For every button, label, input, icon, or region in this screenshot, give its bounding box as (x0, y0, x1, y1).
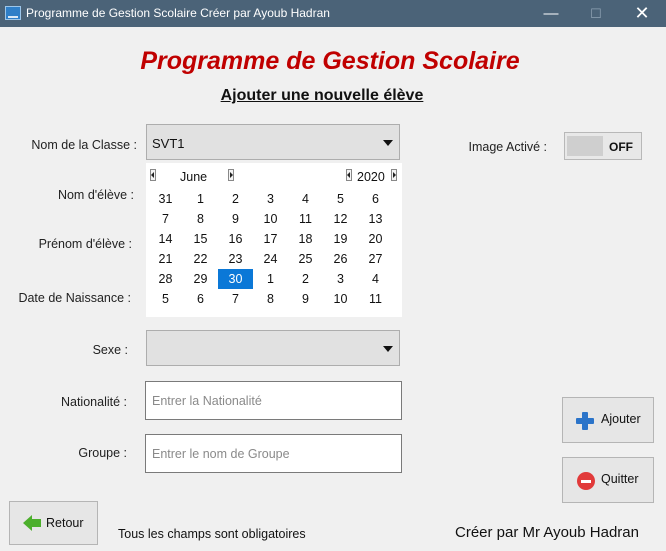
calendar-day[interactable]: 17 (253, 229, 288, 249)
nom-label: Nom d'élève : (57, 188, 134, 202)
calendar-day[interactable]: 9 (218, 209, 253, 229)
calendar-day[interactable]: 29 (183, 269, 218, 289)
toggle-state: OFF (609, 140, 633, 154)
groupe-input[interactable] (145, 434, 402, 473)
calendar-month[interactable]: June (180, 170, 207, 184)
calendar-day[interactable]: 5 (148, 289, 183, 309)
calendar-day[interactable]: 28 (148, 269, 183, 289)
plus-icon (576, 412, 594, 430)
next-year-icon[interactable] (391, 169, 397, 181)
quitter-button-label: Quitter (601, 472, 639, 486)
groupe-label: Groupe : (78, 446, 127, 460)
calendar-day[interactable]: 11 (358, 289, 393, 309)
retour-button-label: Retour (46, 516, 84, 530)
calendar-day[interactable]: 4 (288, 189, 323, 209)
stop-icon (577, 472, 595, 490)
calendar-day[interactable]: 13 (358, 209, 393, 229)
calendar-day[interactable]: 8 (253, 289, 288, 309)
title-bar: Programme de Gestion Scolaire Créer par … (0, 0, 666, 27)
calendar-day[interactable]: 2 (218, 189, 253, 209)
app-title: Programme de Gestion Scolaire (140, 47, 520, 75)
calendar-day[interactable]: 12 (323, 209, 358, 229)
nationalite-input[interactable] (145, 381, 402, 420)
calendar-day[interactable]: 11 (288, 209, 323, 229)
naissance-label: Date de Naissance : (18, 291, 131, 305)
author-credit: Créer par Mr Ayoub Hadran (455, 524, 639, 541)
date-picker-calendar[interactable]: June 2020 31 1 2 3 4 5 6 7 8 9 10 11 12 13 14 15 16 17 18 1… (146, 163, 402, 317)
calendar-day[interactable]: 4 (358, 269, 393, 289)
back-arrow-icon (23, 515, 41, 531)
image-active-toggle[interactable]: OFF (564, 132, 642, 160)
prev-month-icon[interactable] (150, 169, 156, 181)
app-icon (5, 6, 21, 20)
calendar-day[interactable]: 7 (218, 289, 253, 309)
calendar-day[interactable]: 7 (148, 209, 183, 229)
app-window: Programme de Gestion Scolaire Créer par … (0, 0, 666, 551)
nationalite-label: Nationalité : (60, 395, 127, 409)
calendar-day[interactable]: 27 (358, 249, 393, 269)
toggle-knob (567, 136, 603, 156)
calendar-day[interactable]: 6 (358, 189, 393, 209)
calendar-day[interactable]: 18 (288, 229, 323, 249)
chevron-down-icon (383, 140, 393, 146)
maximize-button[interactable]: ☐ (573, 0, 619, 27)
next-month-icon[interactable] (228, 169, 234, 181)
calendar-day[interactable]: 1 (183, 189, 218, 209)
calendar-day[interactable]: 23 (218, 249, 253, 269)
image-active-label: Image Activé : (468, 140, 547, 154)
calendar-day[interactable]: 22 (183, 249, 218, 269)
calendar-year[interactable]: 2020 (357, 170, 385, 184)
calendar-day[interactable]: 2 (288, 269, 323, 289)
retour-button[interactable]: Retour (9, 501, 98, 545)
sexe-select[interactable] (146, 330, 400, 366)
prev-year-icon[interactable] (346, 169, 352, 181)
minimize-button[interactable]: — (528, 0, 574, 27)
calendar-day[interactable]: 25 (288, 249, 323, 269)
calendar-days-grid: 31 1 2 3 4 5 6 7 8 9 10 11 12 13 14 15 16 17 18 19 20 21 22 23 2… (148, 189, 393, 309)
ajouter-button[interactable]: Ajouter (562, 397, 654, 443)
calendar-day[interactable]: 1 (253, 269, 288, 289)
calendar-day[interactable]: 10 (323, 289, 358, 309)
calendar-day[interactable]: 10 (253, 209, 288, 229)
calendar-day[interactable]: 15 (183, 229, 218, 249)
calendar-day[interactable]: 26 (323, 249, 358, 269)
window-title: Programme de Gestion Scolaire Créer par … (26, 6, 330, 20)
classe-select[interactable]: SVT1 (146, 124, 400, 160)
calendar-day[interactable]: 14 (148, 229, 183, 249)
calendar-day[interactable]: 24 (253, 249, 288, 269)
chevron-down-icon (383, 346, 393, 352)
calendar-day[interactable]: 8 (183, 209, 218, 229)
classe-select-value: SVT1 (152, 136, 185, 151)
calendar-day[interactable]: 21 (148, 249, 183, 269)
quitter-button[interactable]: Quitter (562, 457, 654, 503)
calendar-day[interactable]: 16 (218, 229, 253, 249)
close-button[interactable]: ✕ (619, 0, 665, 27)
calendar-day[interactable]: 6 (183, 289, 218, 309)
calendar-day[interactable]: 9 (288, 289, 323, 309)
required-fields-note: Tous les champs sont obligatoires (118, 527, 306, 541)
calendar-day[interactable]: 3 (253, 189, 288, 209)
classe-label: Nom de la Classe : (31, 138, 137, 152)
prenom-label: Prénom d'élève : (38, 237, 132, 251)
calendar-day[interactable]: 31 (148, 189, 183, 209)
ajouter-button-label: Ajouter (601, 412, 641, 426)
calendar-day[interactable]: 30 (218, 269, 253, 289)
calendar-day[interactable]: 20 (358, 229, 393, 249)
calendar-day[interactable]: 19 (323, 229, 358, 249)
sexe-label: Sexe : (92, 343, 128, 357)
form-subtitle: Ajouter une nouvelle élève (220, 87, 424, 104)
calendar-day[interactable]: 3 (323, 269, 358, 289)
calendar-day[interactable]: 5 (323, 189, 358, 209)
